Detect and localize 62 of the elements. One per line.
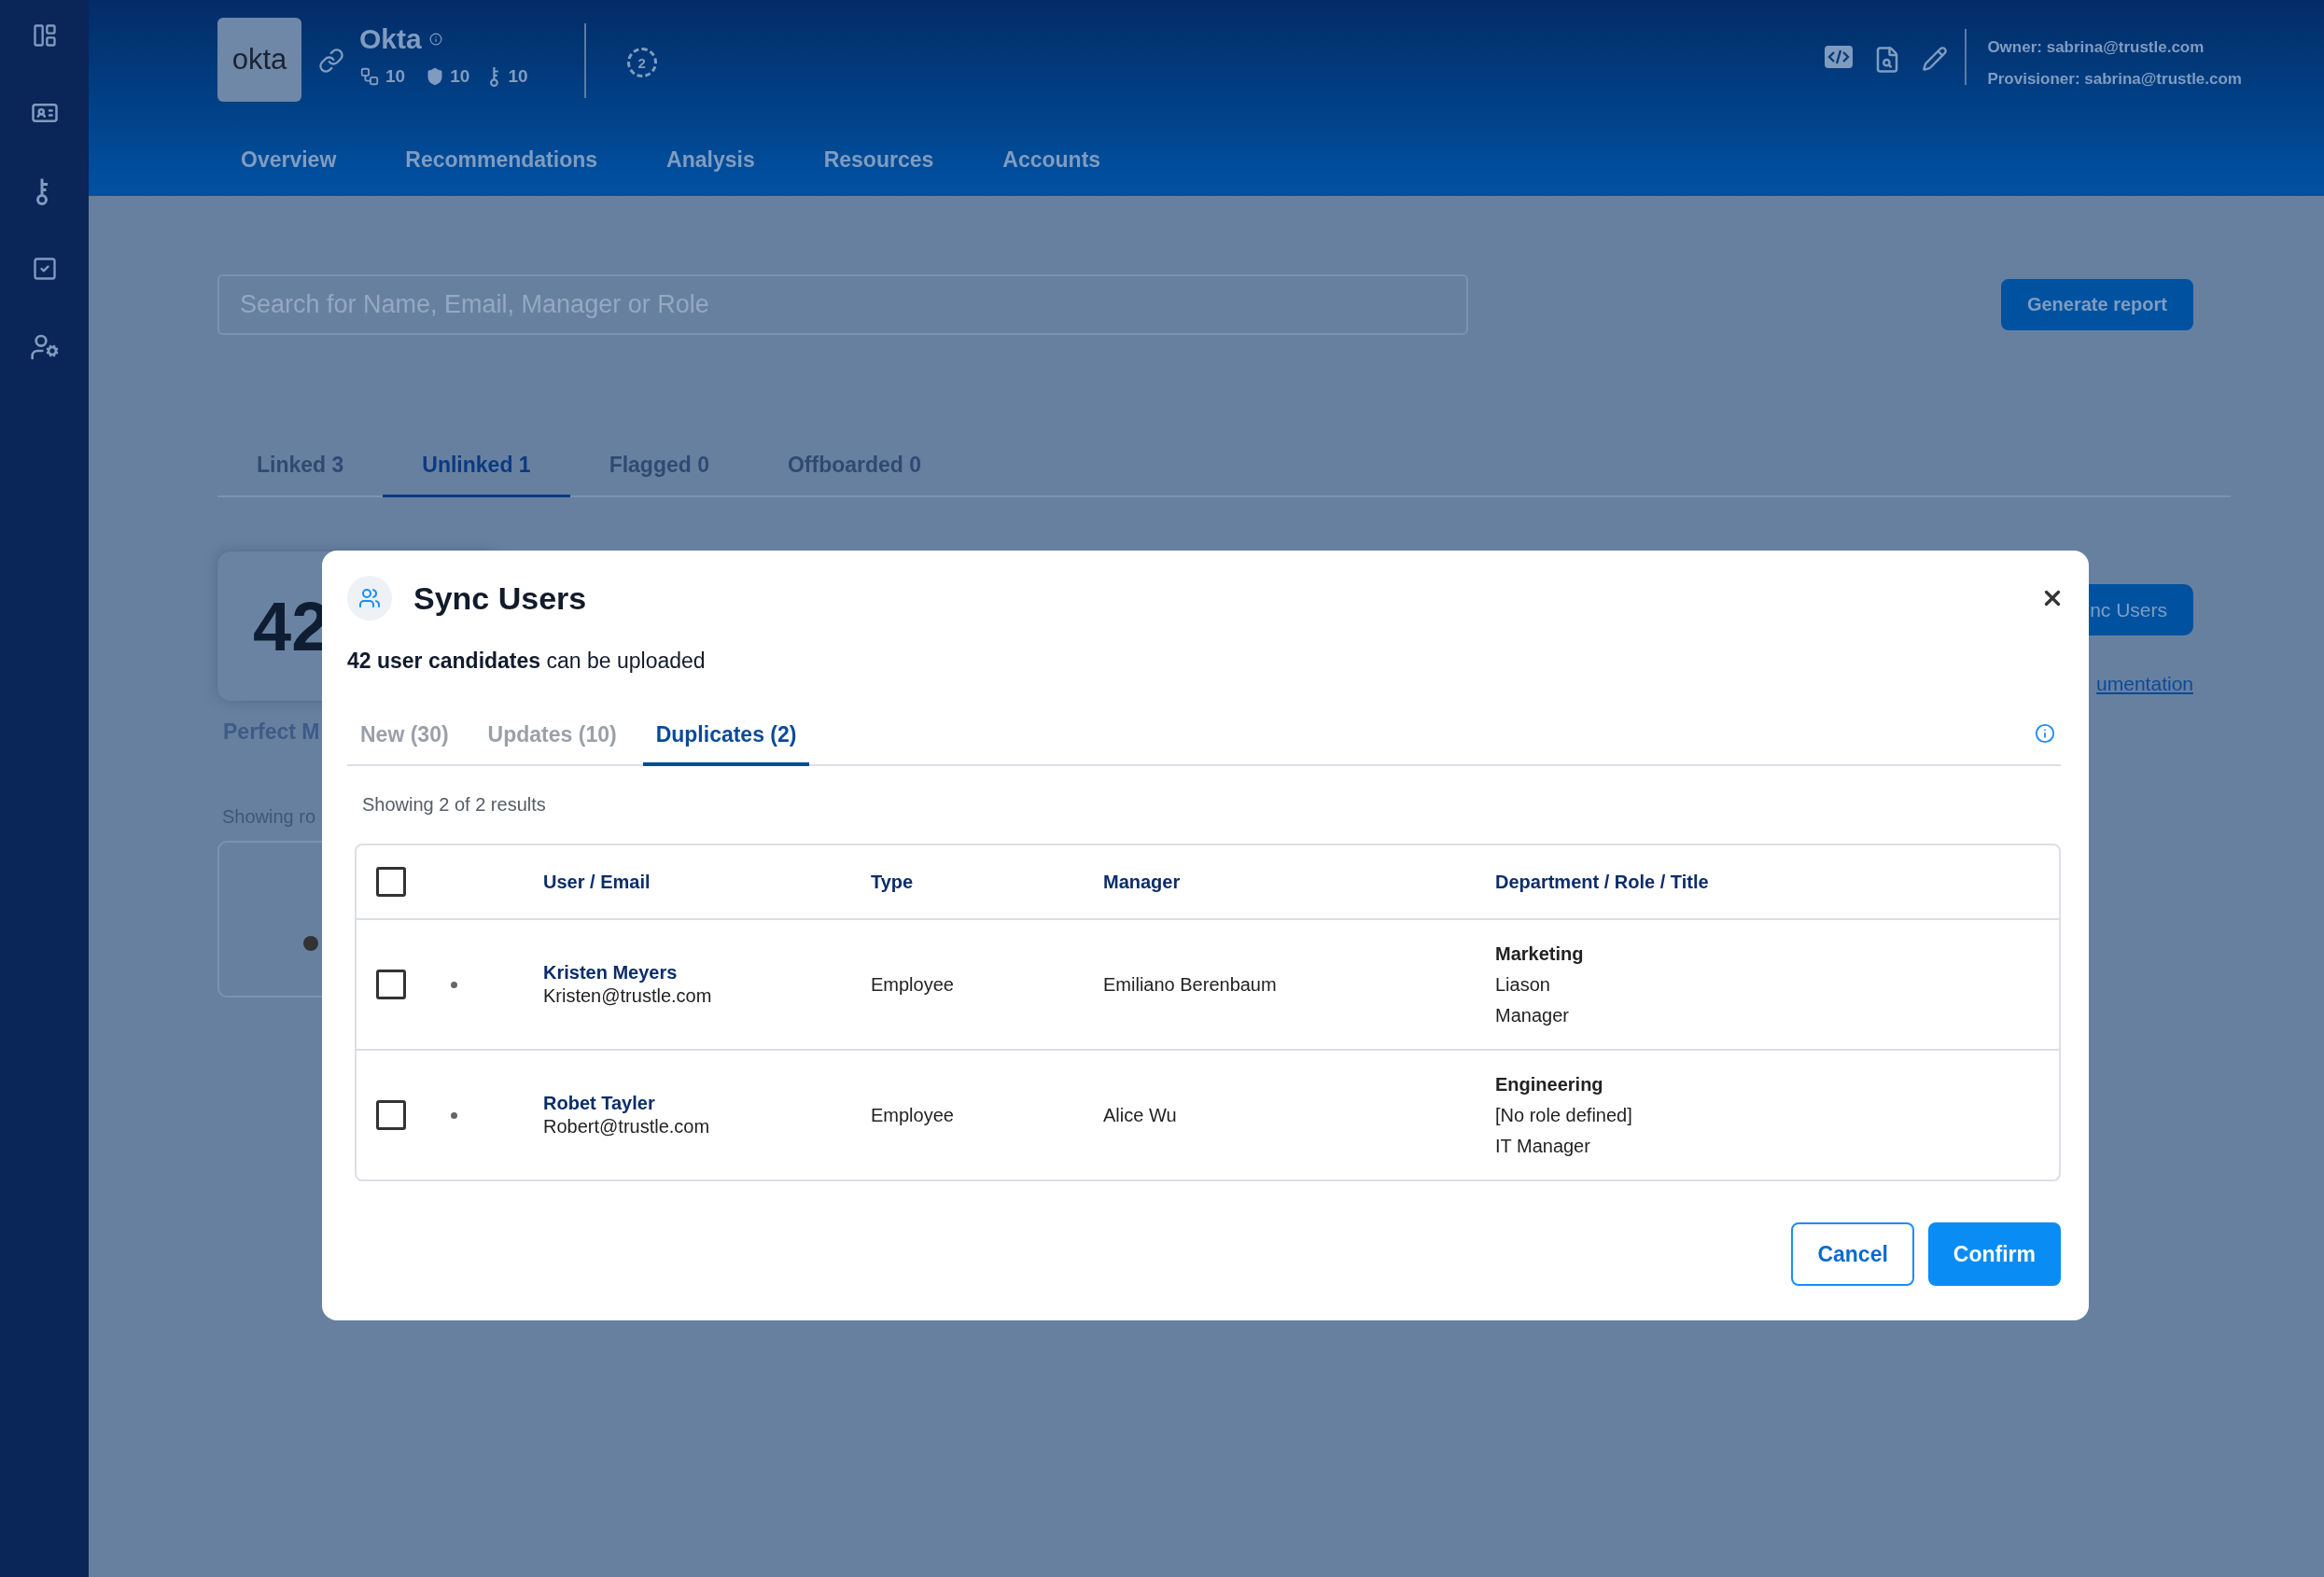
documentation-link[interactable]: umentation — [2096, 673, 2193, 695]
confirm-button[interactable]: Confirm — [1927, 1222, 2061, 1286]
user-email: Robert@trustle.com — [543, 1116, 710, 1137]
nav-link[interactable]: Recommendations — [405, 147, 598, 173]
column-header[interactable]: User / Email — [543, 871, 651, 893]
checkbox[interactable] — [376, 867, 406, 897]
dashboard-icon[interactable] — [31, 22, 58, 49]
user-name[interactable]: Kristen Meyers — [543, 962, 712, 984]
tab[interactable]: Linked 3 — [217, 453, 384, 497]
status-dot — [451, 1111, 457, 1119]
stat-count: 10 — [450, 66, 470, 87]
checkbox[interactable] — [376, 1100, 406, 1130]
nav-link[interactable]: Analysis — [666, 147, 755, 173]
department-text: Engineering — [1495, 1073, 1604, 1096]
info-icon[interactable] — [2035, 723, 2055, 744]
tab[interactable]: Duplicates (2) — [642, 722, 810, 766]
dialog-title: Sync Users — [413, 579, 587, 617]
table-cell: Emiliano Berenbaum — [1103, 973, 1277, 996]
shield-icon — [426, 67, 445, 86]
table-cell: Employee — [871, 1104, 954, 1126]
user-name[interactable]: Robet Tayler — [543, 1093, 710, 1114]
status-dot — [451, 981, 457, 988]
provisioner-text: Provisioner: sabrina@trustle.com — [1987, 70, 2242, 89]
app-logo: okta — [217, 18, 301, 102]
users-icon — [347, 576, 392, 621]
stat-count: 10 — [385, 66, 406, 87]
column-header[interactable]: Type — [871, 871, 914, 893]
code-icon[interactable] — [1825, 46, 1854, 68]
tab[interactable]: Unlinked 1 — [383, 453, 570, 497]
department-text: Marketing — [1495, 942, 1584, 965]
stat-count: 10 — [508, 66, 528, 87]
nodes-icon — [359, 66, 380, 87]
column-header[interactable]: Department / Role / Title — [1495, 871, 1709, 893]
tab[interactable]: Flagged 0 — [569, 453, 749, 497]
role-text: Liason — [1495, 973, 1551, 996]
nav-link[interactable]: Accounts — [1002, 147, 1101, 173]
title-text: Manager — [1495, 1004, 1570, 1026]
table-cell: Alice Wu — [1103, 1104, 1177, 1126]
nav-link[interactable]: Overview — [241, 147, 337, 173]
checkbox[interactable] — [376, 970, 406, 999]
owner-text: Owner: sabrina@trustle.com — [1987, 38, 2205, 57]
link-icon[interactable] — [318, 48, 344, 74]
tab[interactable]: New (30) — [347, 722, 462, 766]
column-header[interactable]: Manager — [1103, 871, 1181, 893]
edit-icon[interactable] — [1922, 46, 1949, 72]
status-dot — [303, 936, 318, 951]
user-settings-icon[interactable] — [29, 332, 60, 362]
nav-link[interactable]: Resources — [823, 147, 934, 173]
info-icon[interactable] — [428, 33, 442, 46]
count-badge: 2 — [626, 48, 657, 77]
generate-report-button[interactable]: Generate report — [2000, 279, 2193, 330]
tab[interactable]: Offboarded 0 — [749, 453, 961, 497]
tab[interactable]: Updates (10) — [474, 722, 630, 766]
title-text: IT Manager — [1495, 1135, 1591, 1157]
cancel-button[interactable]: Cancel — [1791, 1222, 1914, 1286]
app-name: Okta — [359, 23, 422, 55]
user-email: Kristen@trustle.com — [543, 985, 712, 1007]
table-cell: Employee — [871, 973, 954, 996]
task-check-icon[interactable] — [31, 256, 58, 282]
dialog-subtitle: 42 user candidates can be uploaded — [347, 649, 707, 674]
results-count: Showing 2 of 2 results — [362, 794, 547, 816]
role-text: [No role defined] — [1495, 1104, 1632, 1126]
